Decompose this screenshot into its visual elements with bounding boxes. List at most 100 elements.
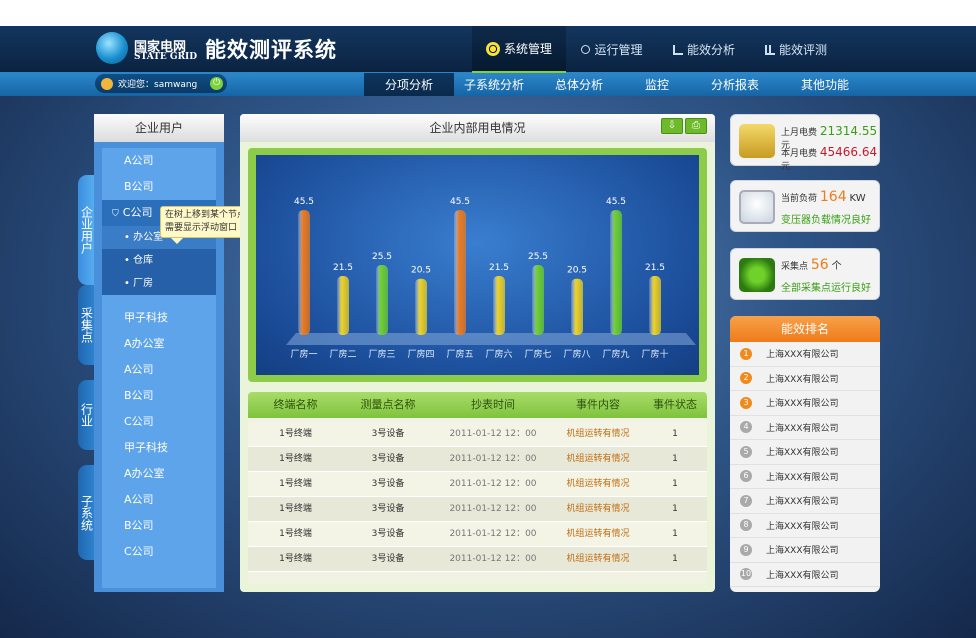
table-cell: 2011-01-12 12：00 — [449, 479, 537, 489]
table-row[interactable]: 1号终端 3号设备 2011-01-12 12：00 机组运转有情况 1 — [248, 547, 707, 572]
subnav-item-itemized-analysis[interactable]: 分项分析 — [364, 73, 454, 96]
ranking-item[interactable]: 4 上海XXX有限公司 — [730, 416, 880, 440]
export-icon[interactable]: ⇩ — [661, 118, 683, 134]
radiation-icon — [485, 41, 500, 56]
ranking-item-label: 上海XXX有限公司 — [766, 423, 839, 434]
column-header[interactable]: 抄表时间 — [433, 392, 553, 418]
bar-chart-icon — [672, 44, 683, 55]
table-cell: 1号终端 — [279, 529, 312, 539]
table-row[interactable]: 1号终端 3号设备 2011-01-12 12：00 机组运转有情况 1 — [248, 497, 707, 522]
table-cell: 1号终端 — [279, 454, 312, 464]
table-row[interactable]: 1号终端 3号设备 2011-01-12 12：00 机组运转有情况 1 — [248, 472, 707, 497]
category-label: 厂房三 — [368, 348, 395, 360]
nav-efficiency-analysis[interactable]: 能效分析 — [658, 26, 750, 73]
center-panel-title: 企业内部用电情况 — [240, 114, 715, 142]
category-label: 厂房四 — [407, 348, 434, 360]
chart-bar[interactable] — [649, 276, 661, 335]
table-cell: 2011-01-12 12：00 — [449, 529, 537, 539]
this-month-row: 本月电费 45466.64 元 — [781, 145, 879, 172]
chart-bar[interactable] — [532, 265, 544, 335]
table-cell: 3号设备 — [371, 429, 405, 439]
ranking-item[interactable]: 8 上海XXX有限公司 — [730, 514, 880, 538]
rank-number-icon: 2 — [740, 372, 752, 385]
chart-bar[interactable] — [337, 276, 349, 335]
table-cell: 3号设备 — [371, 504, 405, 514]
chart-bar[interactable] — [415, 278, 427, 335]
ranking-item-label: 上海XXX有限公司 — [766, 570, 839, 581]
table-row[interactable]: 1号终端 3号设备 2011-01-12 12：00 机组运转有情况 1 — [248, 422, 707, 447]
table-cell: 2011-01-12 12：00 — [449, 454, 537, 464]
left-panel-title: 企业用户 — [94, 114, 224, 142]
ranking-item[interactable]: 3 上海XXX有限公司 — [730, 391, 880, 416]
rank-number-icon: 8 — [740, 519, 752, 532]
category-label: 厂房八 — [563, 348, 590, 360]
table-cell: 3号设备 — [371, 454, 405, 464]
rank-number-icon: 6 — [740, 470, 752, 483]
chart-bar[interactable] — [454, 210, 466, 335]
table-cell: 1号终端 — [279, 554, 312, 564]
chart-svg: 45.5 厂房一 21.5 厂房二 25.5 厂房三 20.5 厂房四 45.5 厂房五 21.5 厂… — [286, 197, 696, 360]
tree-subitem[interactable]: • 仓库 — [102, 249, 216, 272]
subnav-item-monitoring[interactable]: 监控 — [624, 73, 690, 96]
ranking-item[interactable]: 9 上海XXX有限公司 — [730, 538, 880, 563]
load-label: 当前负荷 — [781, 194, 818, 204]
nav-label: 能效分析 — [686, 43, 735, 57]
user-icon — [101, 77, 113, 90]
column-header[interactable]: 事件状态 — [643, 392, 707, 418]
table-row[interactable]: 1号终端 3号设备 2011-01-12 12：00 机组运转有情况 1 — [248, 522, 707, 547]
table-cell: 1 — [672, 554, 678, 564]
tree-item[interactable]: B公司 — [102, 383, 216, 409]
chart-bar[interactable] — [298, 210, 310, 335]
tree-item[interactable]: 甲子科技 — [102, 435, 216, 461]
ranking-title: 能效排名 — [730, 316, 880, 342]
subnav-item-reports[interactable]: 分析报表 — [690, 73, 780, 96]
nav-operation-management[interactable]: 运行管理 — [566, 26, 658, 73]
chart-bar[interactable] — [571, 278, 583, 335]
subnav-item-other[interactable]: 其他功能 — [780, 73, 870, 96]
this-month-value: 45466.64 — [819, 145, 878, 159]
ranking-item-label: 上海XXX有限公司 — [766, 350, 839, 361]
tree-item[interactable]: A办公室 — [102, 331, 216, 357]
tree-item[interactable]: C公司 — [102, 409, 216, 435]
nav-efficiency-evaluation[interactable]: 能效评测 — [750, 26, 842, 73]
tree-item[interactable]: A公司 — [102, 487, 216, 513]
points-value: 56 — [810, 257, 829, 273]
tree-subitem[interactable]: • 厂房 — [102, 272, 216, 295]
tree-item[interactable]: 甲子科技 — [102, 305, 216, 331]
center-panel: 企业内部用电情况 ⇩ ⎙ 45.5 厂房一 21.5 厂房二 25.5 厂房三 20.5 厂房… — [240, 114, 715, 592]
bar-value-label: 25.5 — [528, 252, 548, 262]
ranking-item[interactable]: 2 上海XXX有限公司 — [730, 367, 880, 391]
nav-label: 运行管理 — [594, 43, 643, 57]
subnav-item-overall-analysis[interactable]: 总体分析 — [534, 73, 624, 96]
category-label: 厂房五 — [446, 348, 473, 360]
tree-item[interactable]: A公司 — [102, 357, 216, 383]
table-row[interactable]: 1号终端 3号设备 2011-01-12 12：00 机组运转有情况 1 — [248, 447, 707, 472]
chart-bar[interactable] — [493, 276, 505, 335]
load-card: 当前负荷 164 KW 变压器负载情况良好 — [730, 180, 880, 232]
subnav-item-subsystem-analysis[interactable]: 子系统分析 — [454, 73, 534, 96]
ranking-item[interactable]: 7 上海XXX有限公司 — [730, 489, 880, 514]
tree-item[interactable]: B公司 — [102, 513, 216, 539]
tree-item[interactable]: A办公室 — [102, 461, 216, 487]
tree-item[interactable]: A公司 — [102, 148, 216, 174]
ranking-item[interactable]: 1 上海XXX有限公司 — [730, 342, 880, 367]
table-cell: 1 — [672, 504, 678, 514]
column-header[interactable]: 终端名称 — [248, 392, 343, 418]
power-icon[interactable]: ⏻ — [210, 77, 223, 90]
efficiency-ranking: 能效排名 1 上海XXX有限公司 2 上海XXX有限公司 3 上海XXX有限公司 4 上海XX… — [730, 316, 880, 592]
tree-item[interactable]: B公司 — [102, 174, 216, 200]
nav-system-management[interactable]: 系统管理 — [472, 26, 566, 73]
column-header[interactable]: 事件内容 — [553, 392, 643, 418]
ranking-item[interactable]: 6 上海XXX有限公司 — [730, 465, 880, 489]
ranking-item[interactable]: 10 上海XXX有限公司 — [730, 563, 880, 587]
tree-item[interactable]: C公司 — [102, 539, 216, 565]
category-label: 厂房六 — [485, 348, 512, 360]
chart-bar[interactable] — [610, 210, 622, 335]
column-header[interactable]: 测量点名称 — [343, 392, 433, 418]
table-cell: 1号终端 — [279, 504, 312, 514]
ranking-item[interactable]: 5 上海XXX有限公司 — [730, 440, 880, 465]
chart-bar[interactable] — [376, 265, 388, 335]
table-cell: 2011-01-12 12：00 — [449, 429, 537, 439]
print-icon[interactable]: ⎙ — [685, 118, 707, 134]
table-cell: 2011-01-12 12：00 — [449, 554, 537, 564]
